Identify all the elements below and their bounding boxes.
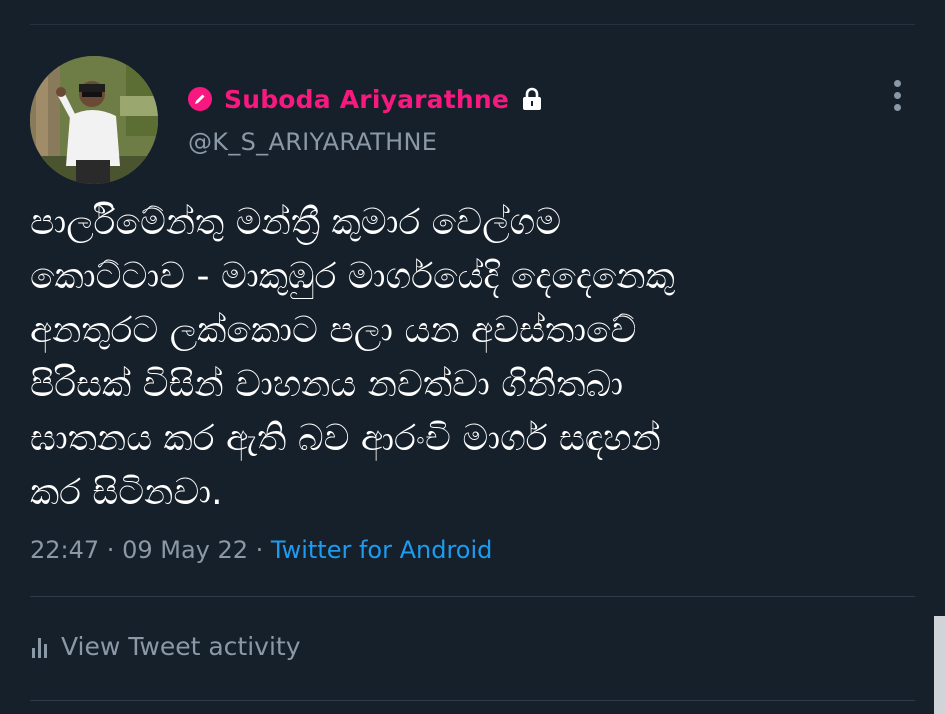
author-display-name[interactable]: Suboda Ariyarathne: [224, 85, 509, 114]
profile-photo: [30, 56, 158, 184]
scrollbar[interactable]: [934, 616, 945, 714]
more-vertical-icon[interactable]: [884, 76, 910, 114]
divider: [30, 596, 915, 597]
avatar[interactable]: [30, 56, 158, 184]
bar-chart-icon: [32, 636, 47, 658]
tweet-meta: 22:47 · 09 May 22 · Twitter for Android: [30, 536, 492, 564]
tweet-time[interactable]: 22:47: [30, 536, 99, 564]
pencil-icon: [188, 87, 212, 111]
top-divider: [30, 24, 915, 25]
meta-separator: ·: [99, 536, 123, 564]
view-tweet-activity-button[interactable]: View Tweet activity: [32, 632, 301, 661]
divider: [30, 700, 915, 701]
lock-icon: [521, 87, 543, 111]
tweet-text: පාර්ලිමේන්තු මන්ත්‍රී කුමාර වෙල්ගම කොට්ට…: [30, 202, 675, 513]
activity-label: View Tweet activity: [61, 632, 301, 661]
tweet-source-link[interactable]: Twitter for Android: [271, 536, 492, 564]
author-handle[interactable]: @K_S_ARIYARATHNE: [188, 128, 437, 156]
meta-separator: ·: [248, 536, 271, 564]
author-name-row[interactable]: Suboda Ariyarathne: [188, 80, 543, 118]
tweet-date[interactable]: 09 May 22: [122, 536, 248, 564]
